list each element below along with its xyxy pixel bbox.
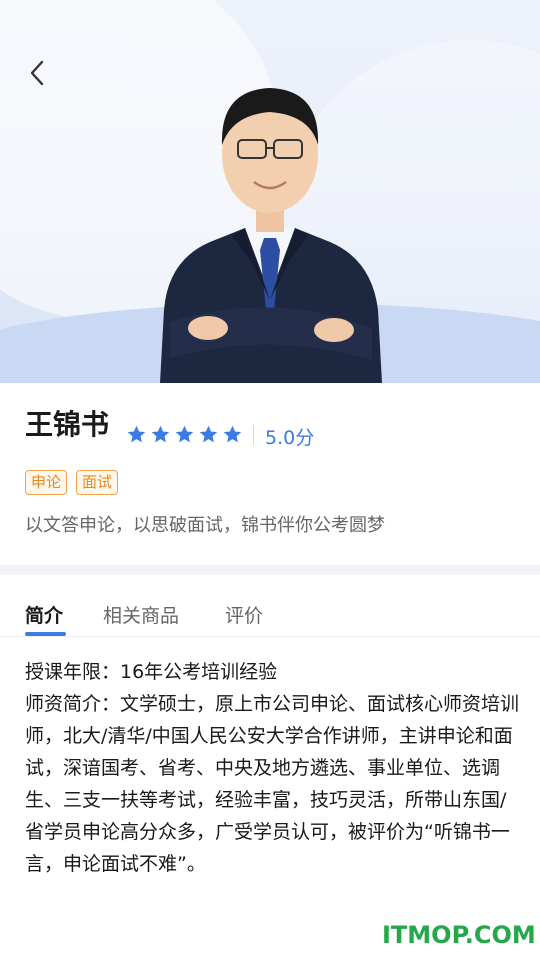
back-button[interactable] (22, 58, 52, 88)
rating-stars (126, 424, 243, 445)
star-icon (199, 425, 218, 443)
section-separator (0, 565, 540, 575)
star-icon (127, 425, 146, 443)
subject-tags: 申论 面试 (25, 470, 119, 495)
star-icon (175, 425, 194, 443)
tab-related-products[interactable]: 相关商品 (103, 601, 179, 628)
teaching-years: 授课年限：16年公考培训经验 (25, 661, 278, 683)
teacher-info-card: 王锦书 5.0分 申论 面试 以文答申论，以思破面试，锦书伴你公考圆梦 (0, 383, 540, 565)
chevron-left-icon (30, 60, 44, 86)
teacher-name: 王锦书 (25, 408, 110, 441)
teacher-photo (160, 88, 382, 383)
rating-score: 5.0分 (265, 427, 315, 449)
tabs-border (0, 636, 540, 637)
teacher-bio: 师资简介：文学硕士，原上市公司申论、面试核心师资培训师，北大/清华/中国人民公安… (25, 693, 520, 875)
intro-content: 授课年限：16年公考培训经验 师资简介：文学硕士，原上市公司申论、面试核心师资培… (25, 656, 520, 880)
tab-reviews[interactable]: 评价 (225, 601, 263, 628)
tag-mianshi: 面试 (76, 470, 119, 495)
teacher-slogan: 以文答申论，以思破面试，锦书伴你公考圆梦 (25, 515, 385, 536)
rating-divider (253, 425, 254, 445)
detail-tabs: 简介 相关商品 评价 (0, 575, 540, 637)
tab-intro[interactable]: 简介 (25, 601, 63, 628)
star-icon (151, 425, 170, 443)
tag-shenlun: 申论 (25, 470, 68, 495)
star-icon (223, 425, 242, 443)
teacher-hero-banner (0, 0, 540, 383)
site-watermark: ITMOP.COM (382, 921, 536, 949)
